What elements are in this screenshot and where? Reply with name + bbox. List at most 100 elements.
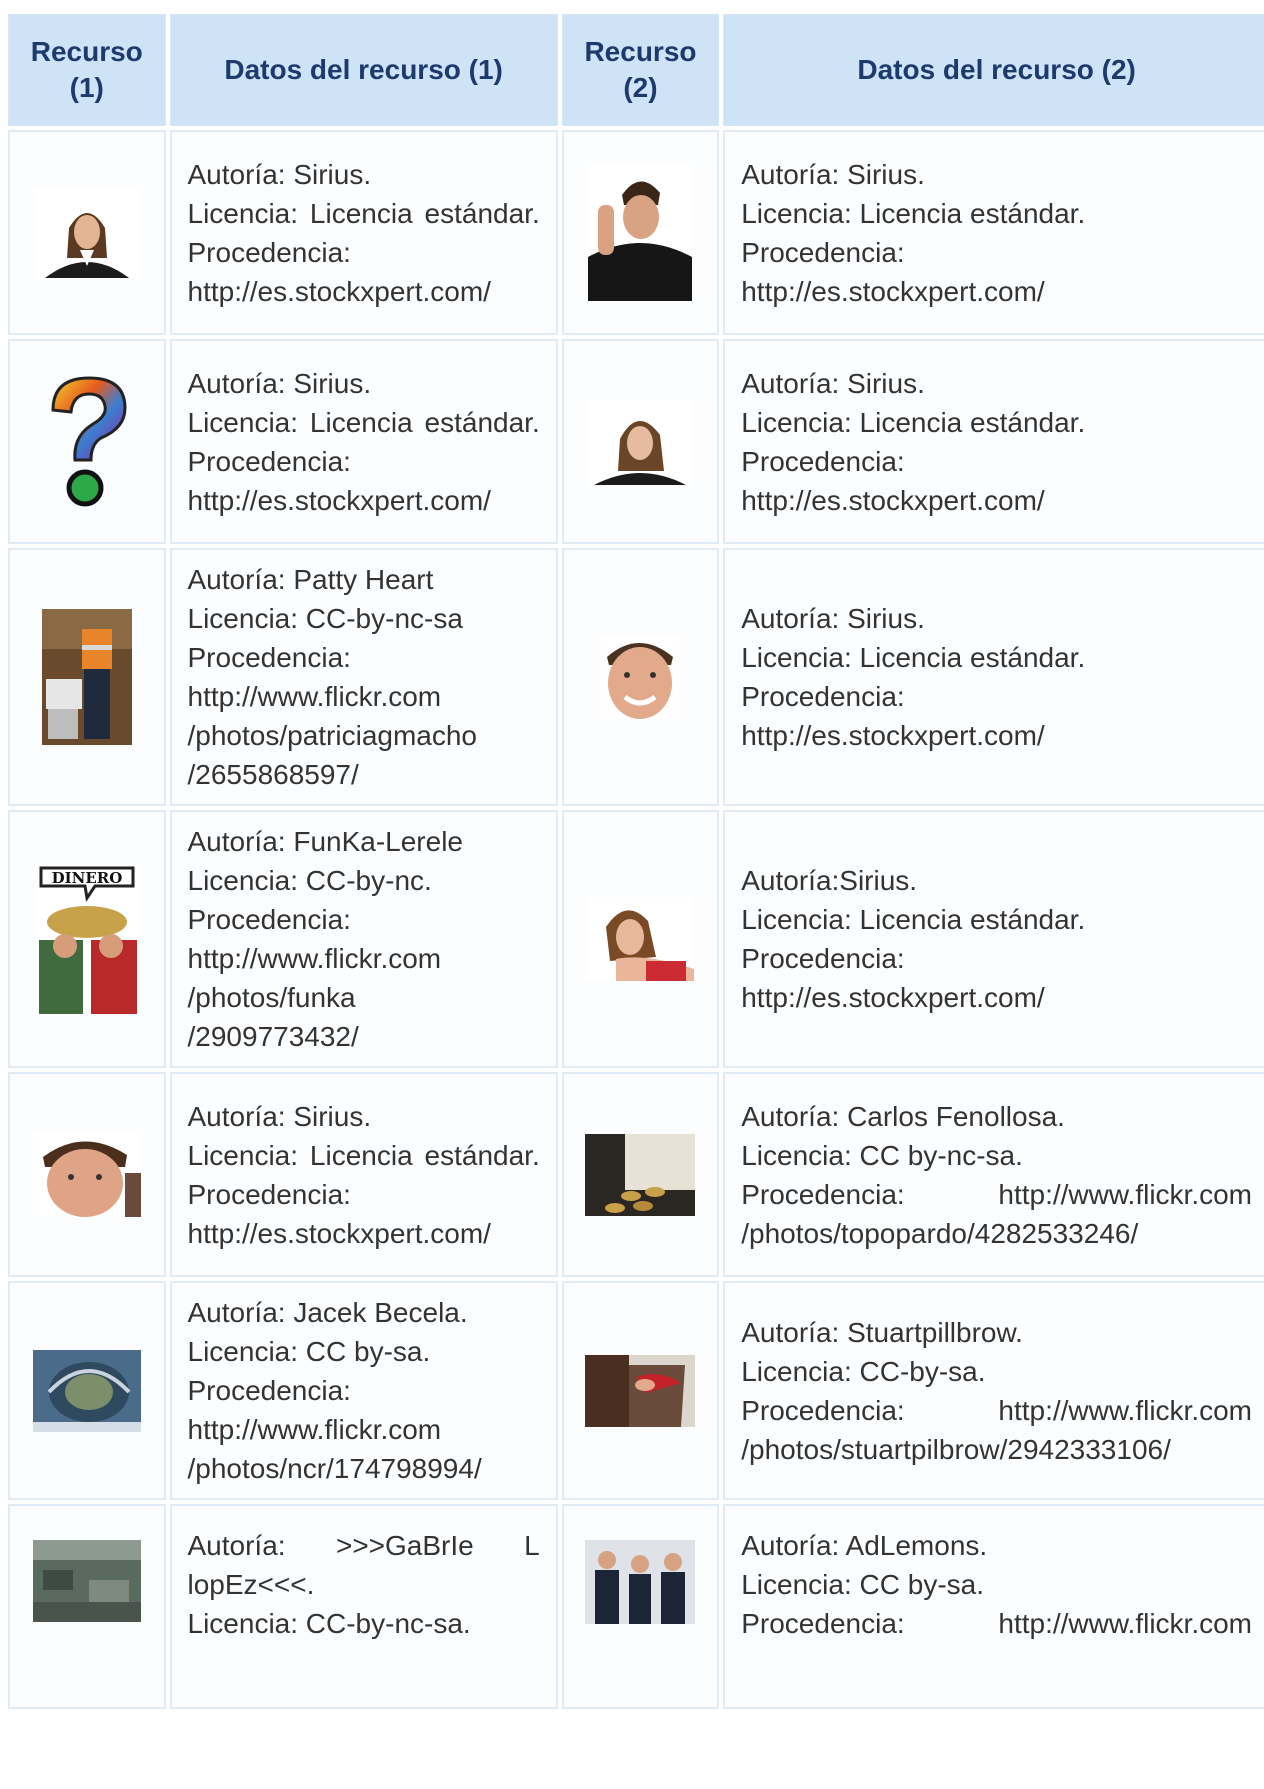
data-line: Licencia: CC-by-nc. (187, 865, 432, 896)
resource-1-image-cell (8, 130, 166, 335)
data-line: /photos/patriciagmacho (187, 720, 478, 751)
resource-2-image-cell (561, 339, 720, 544)
resource-2-data: Autoría: Sirius. Licencia: Licencia está… (723, 548, 1264, 806)
header-datos-recurso-1: Datos del recurso (1) (169, 14, 558, 126)
data-line: Licencia: CC by-nc-sa. (741, 1139, 1023, 1171)
data-line: http://es.stockxpert.com/ (741, 982, 1045, 1013)
table-row: DINERO Autoría: FunKa-Lerele Licencia: C… (8, 810, 1264, 1068)
resource-2-image-cell (561, 1281, 720, 1500)
header-recurso-2: Recurso (2) (561, 14, 720, 126)
resource-1-image-cell: DINERO (8, 810, 166, 1068)
spiral-stairs-icon (32, 1349, 141, 1432)
resource-1-data: Autoría: Patty Heart Licencia: CC-by-nc-… (169, 548, 558, 806)
data-line: Licencia: Licencia estándar. (741, 904, 1086, 935)
data-line: Procedencia: (741, 943, 905, 974)
data-line: Licencia: Licencia estándar. (741, 406, 1086, 438)
data-line: http://es.stockxpert.com/ (187, 1217, 491, 1249)
data-line: Autoría: AdLemons. (741, 1530, 988, 1561)
data-line: /photos/topopardo/4282533246/ (741, 1217, 1139, 1249)
resource-2-data: Autoría: Sirius. Licencia: Licencia está… (723, 130, 1264, 335)
man-thinking-icon (588, 164, 693, 301)
data-line: Licencia: CC-by-nc-sa. (187, 1608, 471, 1639)
data-line: http://es.stockxpert.com/ (741, 484, 1045, 516)
data-line: Procedencia: (741, 236, 905, 268)
woman-portrait-icon (34, 187, 139, 278)
resource-1-image-cell (8, 1504, 166, 1709)
table-row: Autoría: Jacek Becela. Licencia: CC by-s… (8, 1281, 1264, 1500)
data-line: Autoría: Sirius. (187, 1100, 372, 1132)
resource-1-image-cell (8, 548, 166, 806)
resource-2-data: Autoría: Carlos Fenollosa. Licencia: CC … (723, 1072, 1264, 1277)
resource-1-image-cell (8, 339, 166, 544)
crowd-photo-icon (32, 1540, 141, 1622)
data-line: Autoría: Sirius. (741, 367, 925, 399)
resource-1-data: Autoría: FunKa-Lerele Licencia: CC-by-nc… (169, 810, 558, 1068)
data-line: Autoría: Patty Heart (187, 564, 434, 595)
header-recurso-1: Recurso (1) (8, 14, 166, 126)
data-line: http://www.flickr.com (187, 1414, 442, 1445)
resource-2-image-cell (561, 130, 720, 335)
table-row: Autoría: Sirius. Licencia: Licencia está… (8, 1072, 1264, 1277)
data-line: Licencia: Licencia estándar. (741, 197, 1086, 229)
data-line: Licencia: Licencia estándar. (187, 1139, 540, 1171)
resource-1-data: Autoría: Jacek Becela. Licencia: CC by-s… (169, 1281, 558, 1500)
data-line: Procedencia: (187, 1178, 351, 1210)
resource-2-data: Autoría: AdLemons. Licencia: CC by-sa. P… (723, 1504, 1264, 1709)
data-line: http://es.stockxpert.com/ (187, 484, 491, 516)
data-line: Autoría: FunKa-Lerele (187, 826, 464, 857)
data-line: Autoría: Sirius. (741, 158, 925, 190)
resources-table-wrapper: Recurso (1) Datos del recurso (1) Recurs… (8, 10, 1264, 1713)
businessmen-photo-icon (585, 1540, 696, 1624)
resource-2-data: Autoría: Stuartpillbrow. Licencia: CC-by… (723, 1281, 1264, 1500)
data-line: Autoría:Sirius. (741, 865, 918, 896)
data-line: Autoría: Sirius. (187, 367, 372, 399)
data-line: Autoría: Carlos Fenollosa. (741, 1100, 1065, 1132)
resource-1-data: Autoría: Sirius. Licencia: Licencia está… (169, 1072, 558, 1277)
data-line: Procedencia: (187, 904, 351, 935)
table-row: Autoría: Sirius. Licencia: Licencia está… (8, 339, 1264, 544)
data-line: /photos/funka (187, 982, 356, 1013)
data-line: Procedencia: http://www.flickr.com (741, 1608, 1252, 1639)
wallet-pocket-icon (585, 1354, 696, 1427)
table-row: Autoría: Patty Heart Licencia: CC-by-nc-… (8, 548, 1264, 806)
data-line: http://es.stockxpert.com/ (187, 275, 491, 307)
data-line: Procedencia: (741, 681, 905, 712)
data-line: Procedencia: (187, 445, 351, 477)
header-row: Recurso (1) Datos del recurso (1) Recurs… (8, 14, 1264, 126)
data-line: Licencia: Licencia estándar. (187, 406, 540, 438)
data-line: /2909773432/ (187, 1021, 359, 1052)
data-line: Autoría: >>>GaBrIe L lopEz<<<. (187, 1530, 540, 1600)
data-line: /2655868597/ (187, 759, 359, 790)
resource-1-data: Autoría: Sirius. Licencia: Licencia está… (169, 339, 558, 544)
data-line: Licencia: Licencia estándar. (741, 642, 1086, 673)
data-line: Autoría: Sirius. (741, 603, 925, 634)
data-line: http://es.stockxpert.com/ (741, 275, 1045, 307)
woman-leaning-icon (586, 897, 695, 981)
data-line: Licencia: CC by-sa. (187, 1336, 431, 1367)
question-mark-icon (51, 375, 127, 506)
resource-1-image-cell (8, 1281, 166, 1500)
data-line: Procedencia: (741, 445, 905, 477)
paramedics-photo-icon (41, 609, 132, 745)
data-line: Licencia: CC-by-nc-sa (187, 603, 463, 634)
resource-2-data: Autoría:Sirius. Licencia: Licencia están… (723, 810, 1264, 1068)
young-man-portrait-icon (32, 1132, 141, 1217)
data-line: Autoría: Jacek Becela. (187, 1297, 468, 1328)
data-line: Procedencia: http://www.flickr.com (741, 1178, 1252, 1210)
resources-table: Recurso (1) Datos del recurso (1) Recurs… (4, 10, 1264, 1713)
data-line: http://es.stockxpert.com/ (741, 720, 1045, 751)
coins-photo-icon (585, 1133, 696, 1216)
table-row: Autoría: Sirius. Licencia: Licencia está… (8, 130, 1264, 335)
data-line: Licencia: CC by-sa. (741, 1569, 984, 1600)
data-line: Procedencia: (187, 236, 351, 268)
data-line: Procedencia: (187, 1375, 351, 1406)
data-line: Procedencia: (187, 642, 351, 673)
table-row: Autoría: >>>GaBrIe L lopEz<<<. Licencia:… (8, 1504, 1264, 1709)
data-line: http://www.flickr.com (187, 681, 442, 712)
data-line: Licencia: CC-by-sa. (741, 1355, 986, 1387)
data-line: Procedencia: http://www.flickr.com (741, 1394, 1252, 1426)
data-line: /photos/ncr/174798994/ (187, 1453, 482, 1484)
resource-2-image-cell (561, 1072, 720, 1277)
resource-1-data: Autoría: Sirius. Licencia: Licencia está… (169, 130, 558, 335)
dinero-label: DINERO (51, 869, 122, 887)
